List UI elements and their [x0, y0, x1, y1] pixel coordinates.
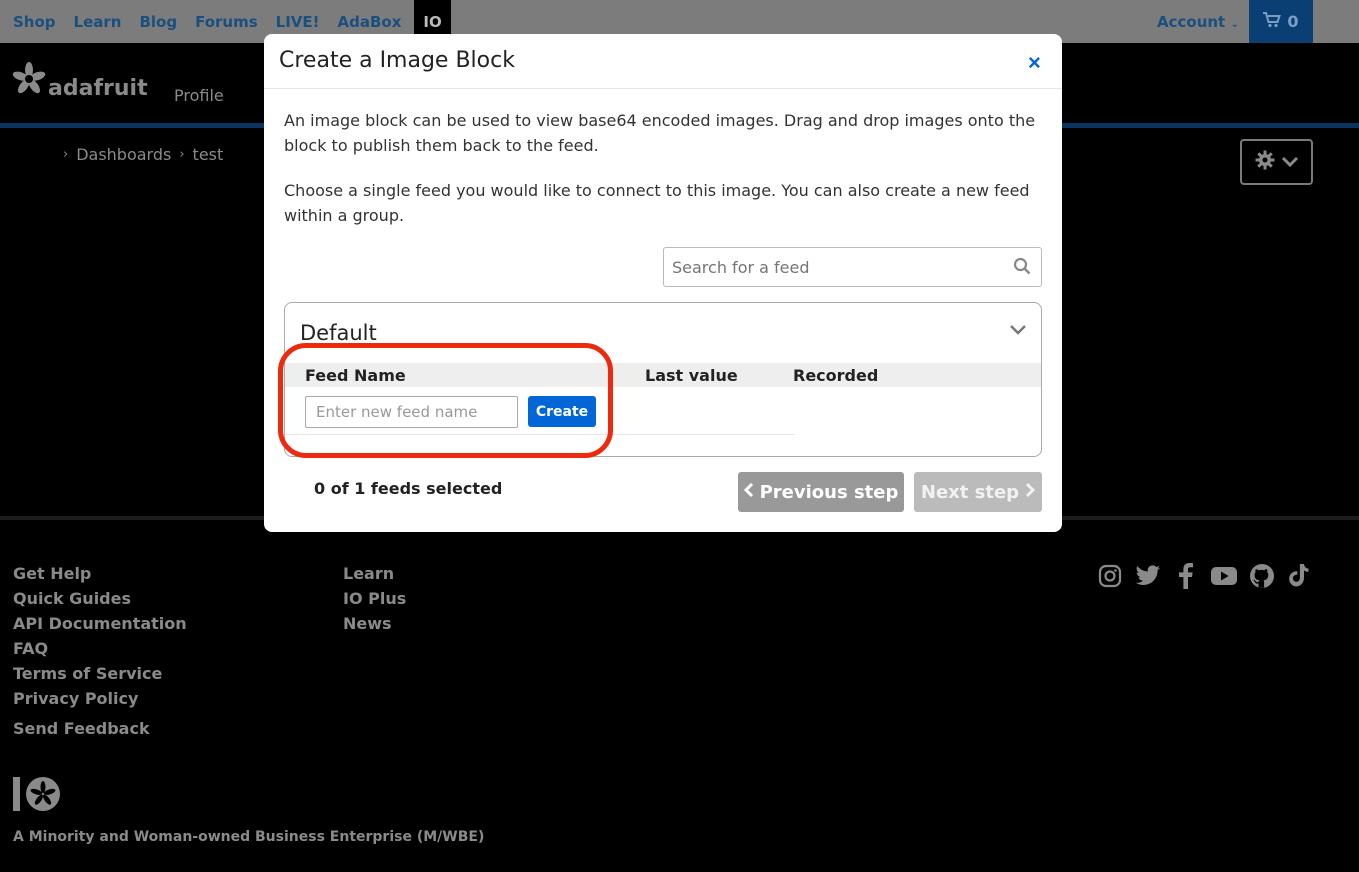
adafruit-flower-icon [12, 62, 46, 102]
cart-count: 0 [1287, 12, 1299, 31]
footer-link-news[interactable]: News [343, 611, 406, 636]
cart-button[interactable]: 0 [1249, 0, 1313, 43]
nav-link-live[interactable]: LIVE! [276, 13, 320, 31]
chevron-down-icon [1281, 153, 1299, 172]
mwbe-statement: A Minority and Woman-owned Business Ente… [13, 829, 485, 845]
feed-search [663, 247, 1042, 287]
tiktok-icon[interactable] [1287, 563, 1313, 589]
chevron-down-icon[interactable] [1009, 323, 1027, 341]
chevron-down-icon: ⌄ [1230, 19, 1239, 30]
footer-column-help: Get Help Quick Guides API Documentation … [13, 561, 187, 711]
nav-link-shop[interactable]: Shop [13, 13, 56, 31]
dashboard-settings-button[interactable] [1240, 139, 1313, 185]
footer-column-learn: Learn IO Plus News [343, 561, 406, 636]
nav-link-blog[interactable]: Blog [139, 13, 177, 31]
cart-icon [1263, 11, 1282, 32]
footer-link-faq[interactable]: FAQ [13, 636, 187, 661]
adafruit-logo[interactable]: adafruit [12, 62, 148, 102]
footer-link-get-help[interactable]: Get Help [13, 561, 187, 586]
breadcrumb-current[interactable]: test [193, 145, 224, 164]
footer-link-privacy[interactable]: Privacy Policy [13, 686, 187, 711]
feed-search-input[interactable] [664, 248, 1004, 286]
new-feed-row: Create [285, 387, 795, 435]
previous-step-label: Previous step [759, 481, 899, 503]
nav-link-learn[interactable]: Learn [74, 13, 122, 31]
block-description: An image block can be used to view base6… [284, 111, 1036, 155]
close-icon[interactable]: × [1028, 50, 1041, 76]
youtube-icon[interactable] [1211, 563, 1237, 589]
footer-link-learn[interactable]: Learn [343, 561, 406, 586]
group-name[interactable]: Default [300, 321, 377, 345]
footer-link-io-plus[interactable]: IO Plus [343, 586, 406, 611]
breadcrumb: › Dashboards › test [63, 145, 223, 164]
search-icon [1013, 257, 1031, 280]
column-recorded: Recorded [793, 366, 879, 385]
account-menu[interactable]: Account ⌄ [1157, 13, 1239, 31]
footer-link-quick-guides[interactable]: Quick Guides [13, 586, 187, 611]
column-feed-name: Feed Name [305, 366, 406, 385]
chevron-left-icon [743, 482, 754, 503]
social-links [1097, 563, 1313, 589]
feed-table-header: Feed Name Last value Recorded [285, 363, 1041, 387]
footer-link-api-documentation[interactable]: API Documentation [13, 611, 187, 636]
next-step-label: Next step [920, 481, 1020, 503]
chevron-right-icon: › [63, 147, 69, 162]
account-label: Account [1157, 13, 1226, 31]
nav-link-adabox[interactable]: AdaBox [338, 13, 402, 31]
create-image-block-modal: Create a Image Block × An image block ca… [264, 34, 1062, 532]
new-feed-name-input[interactable] [305, 396, 518, 428]
twitter-icon[interactable] [1135, 563, 1161, 589]
previous-step-button[interactable]: Previous step [738, 472, 904, 512]
feed-group-default: Default Feed Name Last value Recorded Cr… [284, 302, 1042, 457]
footer-link-terms[interactable]: Terms of Service [13, 661, 187, 686]
create-feed-button[interactable]: Create [528, 396, 596, 427]
adafruit-io-logo [13, 776, 63, 816]
gear-icon [1255, 150, 1275, 174]
send-feedback-link[interactable]: Send Feedback [13, 719, 150, 738]
instagram-icon[interactable] [1097, 563, 1123, 589]
facebook-icon[interactable] [1173, 563, 1199, 589]
logo-text: adafruit [48, 75, 148, 101]
modal-title: Create a Image Block [279, 48, 515, 73]
chevron-right-icon [1025, 482, 1036, 503]
github-icon[interactable] [1249, 563, 1275, 589]
profile-link[interactable]: Profile [174, 86, 224, 105]
chevron-right-icon: › [179, 147, 185, 162]
column-last-value: Last value [645, 366, 738, 385]
nav-link-forums[interactable]: Forums [195, 13, 258, 31]
next-step-button[interactable]: Next step [914, 472, 1042, 512]
modal-header-divider [264, 88, 1062, 89]
breadcrumb-dashboards[interactable]: Dashboards [76, 145, 171, 164]
feed-instruction: Choose a single feed you would like to c… [284, 181, 1030, 225]
feeds-selected-status: 0 of 1 feeds selected [314, 479, 503, 498]
